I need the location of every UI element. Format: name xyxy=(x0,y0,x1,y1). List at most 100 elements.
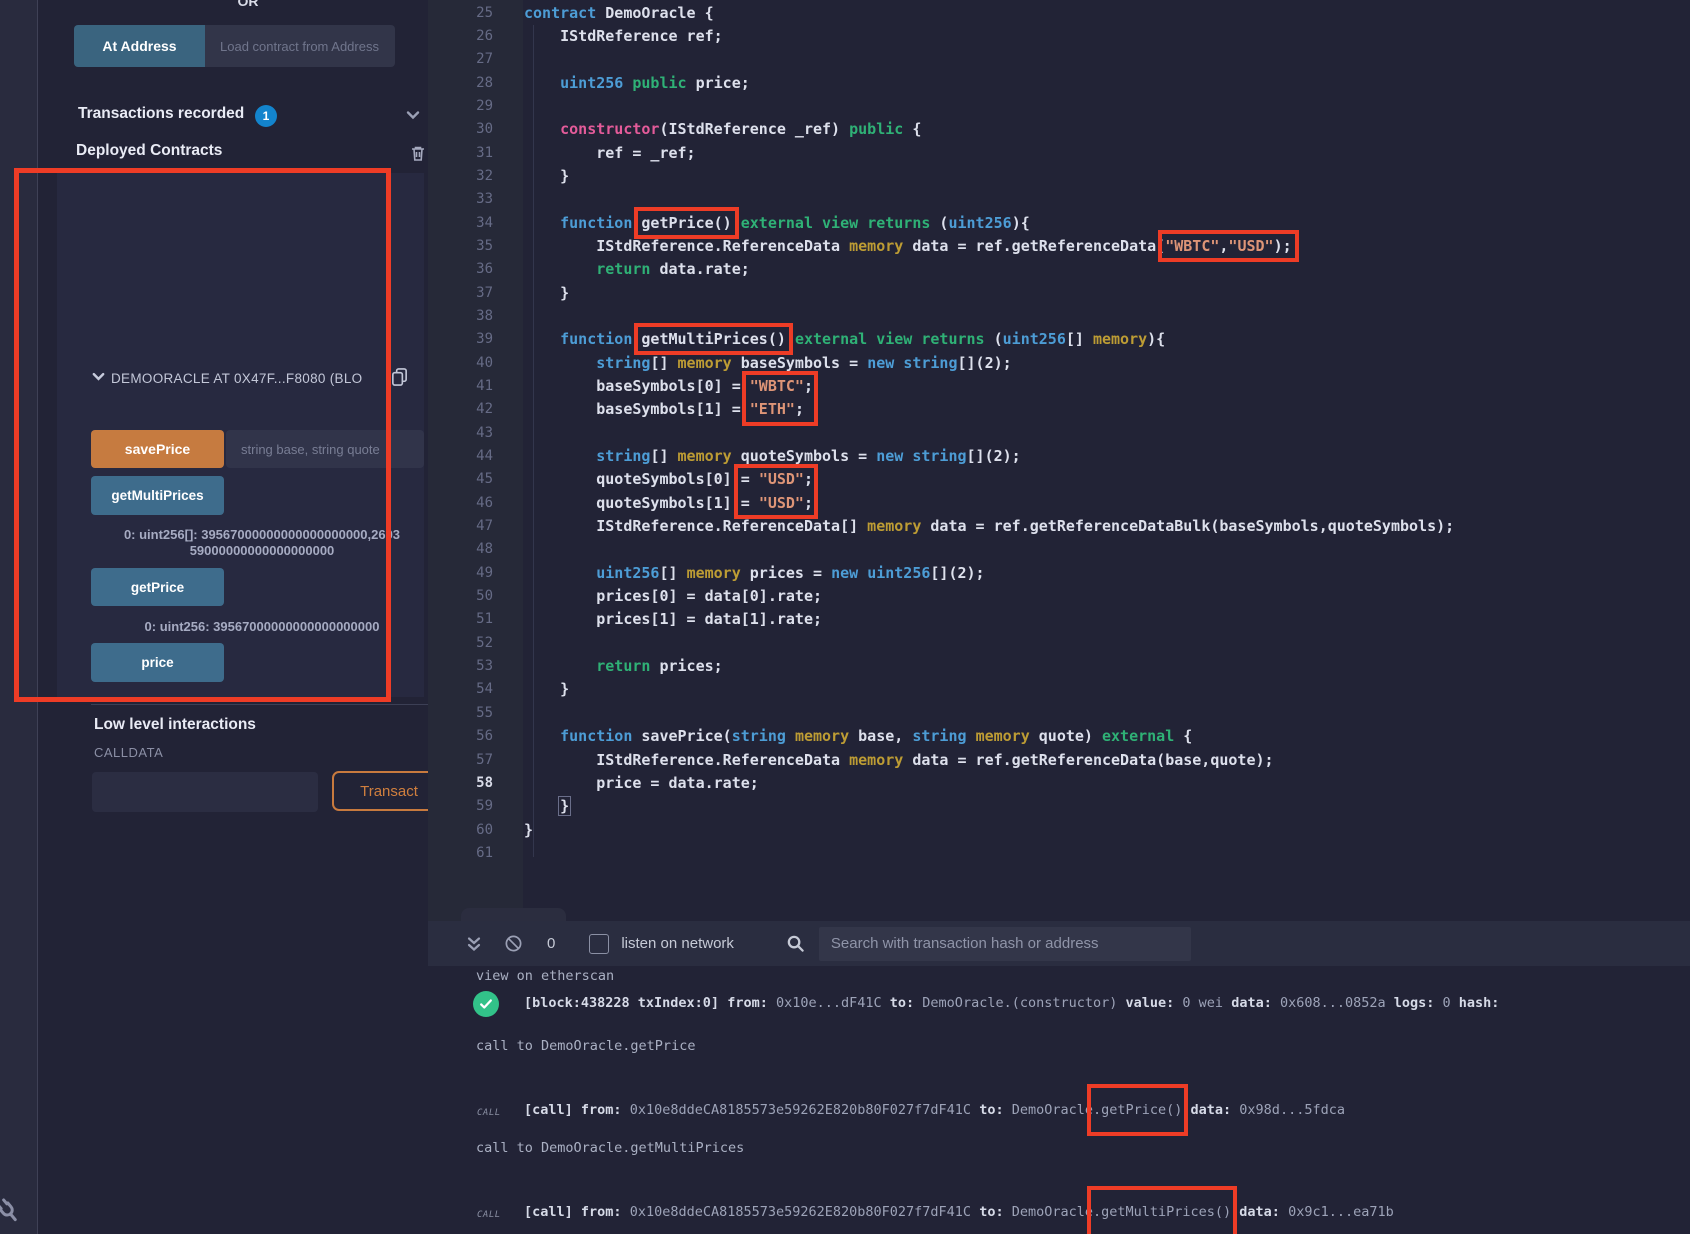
code-token xyxy=(524,260,596,278)
code-token: memory xyxy=(976,727,1030,745)
code-line: 47 IStdReference.ReferenceData[] memory … xyxy=(428,515,1690,538)
code-token: { xyxy=(903,120,921,138)
code-token xyxy=(786,330,795,348)
code-token: string xyxy=(912,727,966,745)
line-number: 49 xyxy=(428,562,523,585)
collapse-chevron-icon[interactable] xyxy=(91,369,106,384)
transactions-recorded-label: Transactions recorded xyxy=(78,105,244,123)
code-token: external xyxy=(741,214,813,232)
calldata-input[interactable] xyxy=(92,772,318,812)
line-number: 50 xyxy=(428,585,523,608)
listen-on-network-checkbox[interactable] xyxy=(589,934,609,954)
log-segment xyxy=(1182,1102,1190,1118)
code-line: 43 xyxy=(428,422,1690,445)
log-segment: from: xyxy=(727,995,768,1011)
deploy-run-panel: OR At Address Transactions recorded 1 De… xyxy=(38,0,428,1234)
code-token: quoteSymbols[1] = xyxy=(524,494,759,512)
log-segment: 0x10e8ddeCA8185573e59262E820b80F027f7dF4… xyxy=(622,1204,980,1220)
clear-console-icon[interactable] xyxy=(504,934,523,953)
line-number: 45 xyxy=(428,468,523,491)
line-number: 30 xyxy=(428,118,523,141)
code-line: 36 return data.rate; xyxy=(428,258,1690,281)
code-token: savePrice( xyxy=(632,727,731,745)
code-token: external xyxy=(795,330,867,348)
indent-guide xyxy=(533,25,534,857)
code-token xyxy=(786,727,795,745)
code-line: 27 xyxy=(428,48,1690,71)
code-line: 55 xyxy=(428,702,1690,725)
line-number: 51 xyxy=(428,608,523,631)
copy-icon[interactable] xyxy=(390,366,409,387)
log-segment: 0x608...0852a xyxy=(1272,995,1394,1011)
code-token: } xyxy=(558,796,571,816)
plugin-plug-icon[interactable] xyxy=(0,1190,29,1232)
terminal-search-input[interactable] xyxy=(819,927,1191,961)
transaction-summary: [block:438228 txIndex:0] from: 0x10e...d… xyxy=(524,995,1499,1011)
code-token: "WBTC" xyxy=(1165,237,1219,255)
log-segment: 0 wei xyxy=(1174,995,1231,1011)
output-line: 0: uint256[]: 39567000000000000000000,26… xyxy=(87,527,437,543)
at-address-input[interactable] xyxy=(205,25,395,67)
contract-instance-title[interactable]: DEMOORACLE AT 0X47F...F8080 (BLO xyxy=(111,371,387,386)
code-line: 41 baseSymbols[0] = "WBTC"; xyxy=(428,375,1690,398)
line-number: 26 xyxy=(428,25,523,48)
code-line: 51 prices[1] = data[1].rate; xyxy=(428,608,1690,631)
line-number: 54 xyxy=(428,678,523,701)
code-token: baseSymbols = xyxy=(732,354,867,372)
code-token: memory xyxy=(678,354,732,372)
line-number: 42 xyxy=(428,398,523,421)
collapse-terminal-icon[interactable] xyxy=(466,935,482,953)
output-line: 59000000000000000000 xyxy=(87,543,437,559)
code-token: price = data.rate; xyxy=(524,774,759,792)
code-line: 37 } xyxy=(428,282,1690,305)
save-price-button[interactable]: savePrice xyxy=(91,430,224,468)
code-line: 56 function savePrice(string memory base… xyxy=(428,725,1690,748)
at-address-button[interactable]: At Address xyxy=(74,25,205,67)
code-token: quote) xyxy=(1030,727,1102,745)
code-token: return xyxy=(596,657,650,675)
line-number: 56 xyxy=(428,725,523,748)
code-token: "ETH" xyxy=(750,400,795,418)
code-token: "USD" xyxy=(759,494,804,512)
terminal-log-line[interactable]: view on etherscan xyxy=(476,968,614,984)
terminal-log[interactable]: view on etherscan [block:438228 txIndex:… xyxy=(428,966,1690,1234)
code-line: 52 xyxy=(428,632,1690,655)
line-number: 31 xyxy=(428,142,523,165)
line-number: 39 xyxy=(428,328,523,351)
code-token xyxy=(524,214,560,232)
code-token: string xyxy=(596,354,650,372)
code-token: } xyxy=(524,284,569,302)
terminal-drag-handle[interactable] xyxy=(461,908,566,921)
divider xyxy=(91,704,437,705)
code-token: memory xyxy=(1093,330,1147,348)
line-number: 34 xyxy=(428,212,523,235)
log-segment: DemoOracle xyxy=(1004,1102,1093,1118)
log-segment: 0 xyxy=(1434,995,1458,1011)
code-line: 59 } xyxy=(428,795,1690,818)
code-token: memory xyxy=(678,447,732,465)
pending-tx-count: 0 xyxy=(547,935,555,952)
trash-icon[interactable] xyxy=(410,145,426,162)
line-number: 35 xyxy=(428,235,523,258)
chevron-down-icon[interactable] xyxy=(405,107,421,123)
check-icon xyxy=(473,991,499,1017)
code-line: 35 IStdReference.ReferenceData memory da… xyxy=(428,235,1690,258)
get-multi-prices-button[interactable]: getMultiPrices xyxy=(91,476,224,515)
code-line: 34 function getPrice() external view ret… xyxy=(428,212,1690,235)
code-line: 39 function getMultiPrices() external vi… xyxy=(428,328,1690,351)
code-token: IStdReference.ReferenceData[] xyxy=(524,517,867,535)
code-token: memory xyxy=(867,517,921,535)
log-segment: hash: xyxy=(1459,995,1500,1011)
get-price-button[interactable]: getPrice xyxy=(91,568,224,606)
line-number: 25 xyxy=(428,2,523,25)
terminal-log-line[interactable]: call to DemoOracle.getMultiPrices xyxy=(476,1140,744,1156)
code-line: 29 xyxy=(428,95,1690,118)
line-number: 48 xyxy=(428,538,523,561)
save-price-args-input[interactable] xyxy=(226,430,424,468)
code-editor[interactable]: 25contract DemoOracle {26 IStdReference … xyxy=(428,0,1690,921)
price-button[interactable]: price xyxy=(91,643,224,682)
code-line: 54 } xyxy=(428,678,1690,701)
code-token xyxy=(524,74,560,92)
code-token: getMultiPrices() xyxy=(641,330,786,348)
terminal-log-line[interactable]: call to DemoOracle.getPrice xyxy=(476,1038,695,1054)
